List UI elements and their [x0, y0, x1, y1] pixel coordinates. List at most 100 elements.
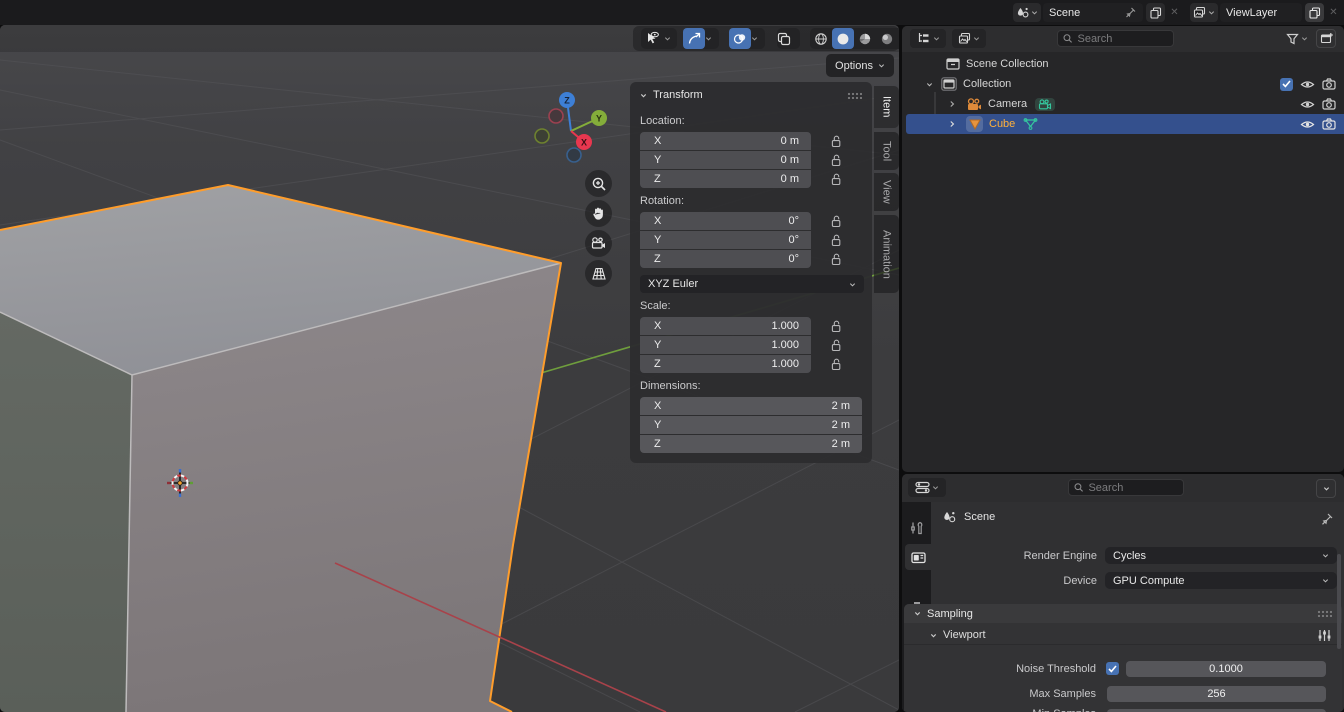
scene-unlink-button[interactable]: ✕ [1167, 3, 1182, 22]
outliner-search-input[interactable] [1077, 33, 1168, 45]
properties-editor-type-button[interactable] [908, 478, 946, 497]
breadcrumb-scene-label[interactable]: Scene [964, 511, 995, 523]
tab-item[interactable]: Item [874, 86, 899, 128]
drag-handle-icon[interactable] [1317, 610, 1332, 617]
camera-restrict-icon[interactable] [1322, 78, 1336, 90]
dimensions-z-field[interactable]: Z2 m [640, 435, 862, 453]
rotation-y-field[interactable]: Y0° [640, 231, 811, 249]
device-dropdown[interactable]: GPU Compute [1105, 572, 1337, 589]
transform-panel-header[interactable]: Transform [640, 82, 862, 108]
viewlayer-new-button[interactable] [1305, 3, 1324, 22]
zoom-button[interactable] [585, 170, 612, 197]
tab-animation[interactable]: Animation [874, 215, 899, 293]
lock-open-icon[interactable] [831, 135, 842, 148]
preset-icon[interactable] [1317, 629, 1332, 642]
object-visibility-dropdown[interactable] [641, 28, 677, 49]
camera-restrict-icon[interactable] [1322, 98, 1336, 110]
expand-cube-icon[interactable] [948, 120, 956, 128]
scale-x-field[interactable]: X1.000 [640, 317, 811, 335]
pan-button[interactable] [585, 200, 612, 227]
new-collection-button[interactable] [1316, 29, 1336, 48]
expand-camera-icon[interactable] [948, 100, 956, 108]
shading-rendered-button[interactable] [876, 28, 898, 49]
axis-z-ball[interactable]: Z [559, 92, 575, 108]
axis-y-ball[interactable]: Y [591, 110, 607, 126]
shading-solid-button[interactable] [832, 28, 854, 49]
viewlayer-selector-button[interactable] [1190, 3, 1218, 22]
scale-z-field[interactable]: Z1.000 [640, 355, 811, 373]
tab-tool-properties[interactable] [902, 515, 931, 541]
lock-open-icon[interactable] [831, 339, 842, 352]
properties-search[interactable] [1068, 479, 1184, 496]
lock-open-icon[interactable] [831, 320, 842, 333]
tab-render-properties[interactable] [905, 544, 931, 570]
perspective-button[interactable] [585, 260, 612, 287]
noise-threshold-field[interactable]: 0.1000 [1126, 661, 1326, 677]
row-scene-collection[interactable]: Scene Collection [902, 54, 1344, 74]
viewlayer-name-field[interactable]: ViewLayer [1220, 3, 1302, 22]
properties-options-button[interactable] [1316, 479, 1336, 498]
options-button[interactable]: Options [826, 54, 894, 77]
cube-mesh[interactable] [0, 185, 561, 712]
eye-icon[interactable] [1300, 79, 1315, 90]
axis-gizmo[interactable]: Z Y X [531, 91, 611, 171]
render-engine-dropdown[interactable]: Cycles [1105, 547, 1337, 564]
axis-z-neg-ball[interactable] [567, 148, 581, 162]
axis-x-neg-ball[interactable] [549, 109, 563, 123]
rotation-mode-dropdown[interactable]: XYZ Euler [640, 275, 864, 293]
lock-open-icon[interactable] [831, 234, 842, 247]
location-y-field[interactable]: Y0 m [640, 151, 811, 169]
dimensions-x-field[interactable]: X2 m [640, 397, 862, 415]
pin-icon[interactable] [1320, 512, 1334, 526]
max-samples-field[interactable]: 256 [1107, 686, 1326, 702]
show-gizmos-toggle[interactable] [683, 28, 705, 49]
row-collection[interactable]: Collection [902, 74, 1344, 94]
lock-open-icon[interactable] [831, 215, 842, 228]
cube-left-face[interactable] [0, 312, 132, 712]
drag-handle-icon[interactable] [847, 92, 862, 99]
filter-button[interactable] [1281, 29, 1313, 48]
properties-scrollbar[interactable] [1337, 554, 1341, 649]
lock-open-icon[interactable] [831, 253, 842, 266]
mesh-data-badge[interactable] [1023, 118, 1038, 131]
scene-selector-button[interactable] [1013, 3, 1041, 22]
camera-data-badge[interactable] [1035, 98, 1055, 111]
lock-open-icon[interactable] [831, 154, 842, 167]
camera-restrict-icon[interactable] [1322, 118, 1336, 130]
scale-y-field[interactable]: Y1.000 [640, 336, 811, 354]
outliner-search[interactable] [1057, 30, 1174, 47]
location-z-field[interactable]: Z0 m [640, 170, 811, 188]
camera-view-button[interactable] [585, 230, 612, 257]
collection-checkbox[interactable] [1280, 78, 1293, 91]
axis-y-neg-ball[interactable] [535, 129, 549, 143]
scene-new-button[interactable] [1146, 3, 1165, 22]
row-cube-selected[interactable]: Cube [906, 114, 1344, 134]
noise-threshold-checkbox[interactable] [1106, 662, 1119, 675]
xray-toggle[interactable] [777, 28, 800, 49]
properties-search-input[interactable] [1088, 482, 1178, 494]
axis-x-ball[interactable]: X [576, 134, 592, 150]
scene-name-field[interactable]: Scene [1043, 3, 1143, 22]
expand-collection-icon[interactable] [926, 81, 933, 88]
location-x-field[interactable]: X0 m [640, 132, 811, 150]
lock-open-icon[interactable] [831, 358, 842, 371]
tab-view[interactable]: View [874, 173, 899, 211]
row-camera[interactable]: Camera [902, 94, 1344, 114]
shading-wireframe-button[interactable] [810, 28, 832, 49]
rotation-z-field[interactable]: Z0° [640, 250, 811, 268]
editor-type-button[interactable] [910, 29, 946, 48]
lock-open-icon[interactable] [831, 173, 842, 186]
rotation-x-field[interactable]: X0° [640, 212, 811, 230]
viewlayer-remove-button[interactable]: ✕ [1326, 3, 1341, 22]
shading-material-button[interactable] [854, 28, 876, 49]
eye-icon[interactable] [1300, 99, 1315, 110]
eye-icon[interactable] [1300, 119, 1315, 130]
dimensions-y-field[interactable]: Y2 m [640, 416, 862, 434]
display-mode-button[interactable] [952, 29, 986, 48]
tab-tool[interactable]: Tool [874, 132, 899, 170]
viewport-subpanel-header[interactable]: Viewport [904, 626, 1342, 645]
pin-icon[interactable] [1124, 6, 1137, 19]
viewport-3d[interactable]: Options Z Y X [0, 25, 899, 712]
sampling-panel-header[interactable]: Sampling [904, 604, 1342, 623]
show-overlays-toggle[interactable] [729, 28, 751, 49]
